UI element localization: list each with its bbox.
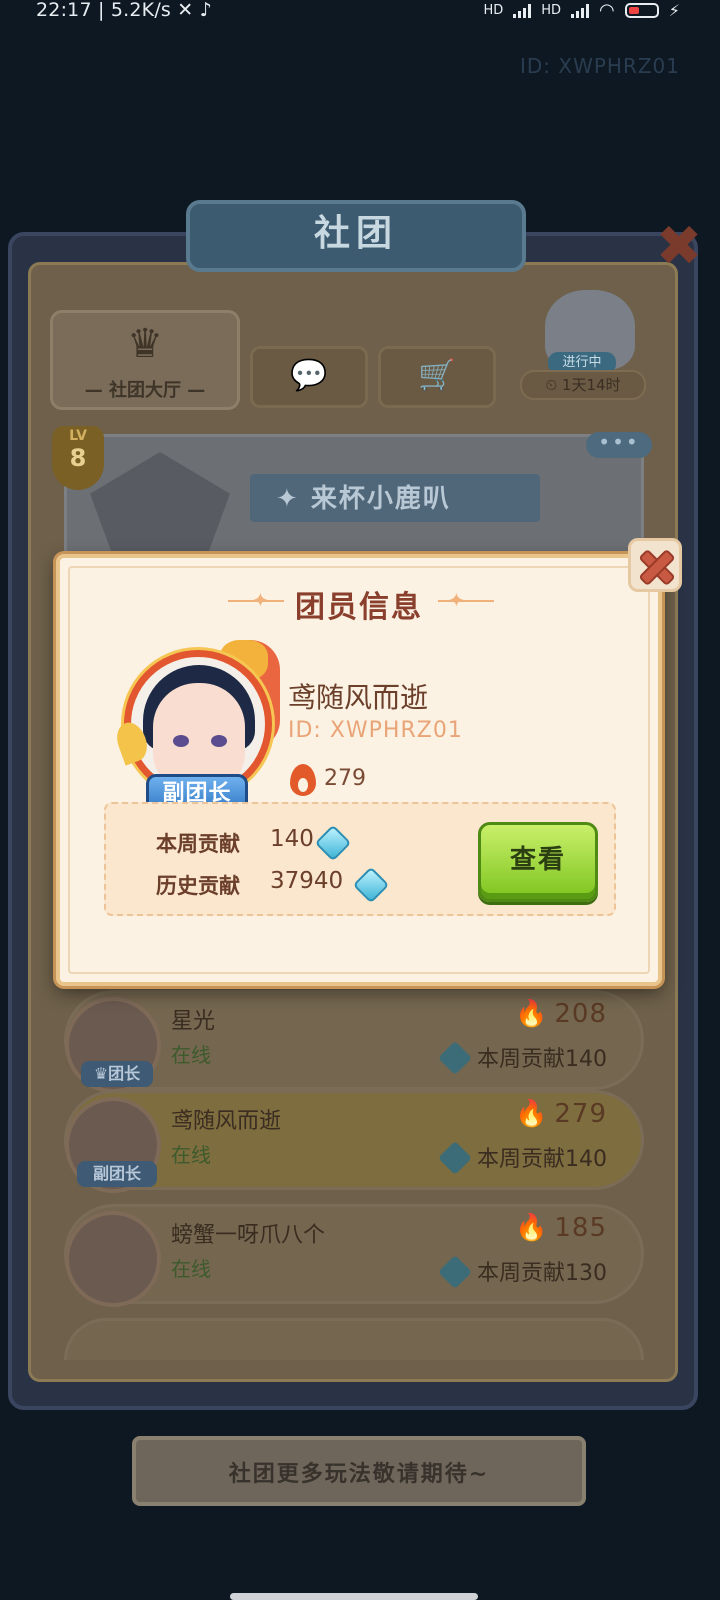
club-name: ✦ 来杯小鹿叭: [276, 484, 451, 514]
member-row[interactable]: 螃蟹一呀爪八个 在线 🔥 185 本周贡献130: [64, 1204, 644, 1307]
gem-icon: [438, 1141, 472, 1175]
clock: 22:17: [36, 0, 92, 21]
dialog-close-button[interactable]: [628, 538, 682, 592]
player-id: ID: XWPHRZ01: [288, 718, 463, 743]
hd-label: HD: [483, 3, 504, 18]
history-contribution-value: 37940: [270, 868, 344, 894]
history-contribution-label: 历史贡献: [156, 874, 240, 898]
battery-icon: [624, 3, 659, 18]
tab-shop[interactable]: 🛒: [378, 346, 496, 408]
flame-icon: 🔥: [514, 1213, 549, 1243]
charging-icon: ⚡: [668, 1, 680, 20]
member-name: 鸢随风而逝: [171, 1109, 282, 1134]
member-name: 星光: [171, 1009, 216, 1034]
member-name: 螃蟹一呀爪八个: [171, 1223, 326, 1248]
signal-icon: [513, 3, 532, 18]
member-row[interactable]: 副团长 鸢随风而逝 在线 🔥 279 本周贡献140: [64, 1090, 644, 1193]
top-player-id: ID: XWPHRZ01: [519, 54, 680, 78]
role-badge-leader: ♛团长: [81, 1061, 153, 1087]
hall-title: 社团: [313, 213, 398, 254]
chat-icon: 💬: [290, 358, 328, 393]
member-power: 🔥 185: [514, 1213, 607, 1243]
weekly-contribution-label: 本周贡献: [156, 832, 240, 856]
member-power: 🔥 279: [514, 1099, 607, 1129]
signal-icon-2: [571, 3, 590, 18]
role-badge-vice: 副团长: [77, 1161, 157, 1187]
status-left: 22:17 | 5.2K/s ✕ ♪: [36, 0, 212, 21]
member-weekly: 本周贡献140: [438, 1041, 607, 1075]
club-name-text: 来杯小鹿叭: [310, 484, 451, 514]
view-button[interactable]: 查看: [478, 822, 598, 902]
gem-icon: [438, 1255, 472, 1289]
tab-club-hall-label: — 社团大厅 —: [84, 380, 206, 401]
gem-icon: [352, 866, 390, 904]
gem-icon: [438, 1041, 472, 1075]
player-power: 279: [324, 766, 366, 791]
tab-chat[interactable]: 💬: [250, 346, 368, 408]
flame-icon: 🔥: [514, 1099, 549, 1129]
member-weekly: 本周贡献140: [438, 1141, 607, 1175]
avatar-eye: [211, 735, 227, 747]
flame-icon: 🔥: [514, 999, 549, 1029]
member-weekly: 本周贡献130: [438, 1255, 607, 1289]
weekly-contribution-value: 140: [270, 826, 314, 852]
member-status: 在线: [171, 1257, 211, 1281]
status-bar: 22:17 | 5.2K/s ✕ ♪ HD HD ◠ ⚡: [0, 0, 720, 24]
net-speed: 5.2K/s: [110, 0, 172, 21]
home-indicator[interactable]: [230, 1593, 478, 1600]
level-number: 8: [69, 444, 87, 472]
more-options-button[interactable]: •••: [586, 432, 652, 458]
hd-label-2: HD: [541, 3, 562, 18]
member-power: 🔥 208: [514, 999, 607, 1029]
status-right: HD HD ◠ ⚡: [483, 0, 680, 21]
avatar-eye: [173, 735, 189, 747]
member-avatar: [65, 1211, 161, 1307]
event-countdown-text: 1天14时: [561, 376, 621, 394]
member-status: 在线: [171, 1043, 211, 1067]
member-status: 在线: [171, 1143, 211, 1167]
cart-icon: 🛒: [418, 358, 456, 393]
member-row[interactable]: ♛团长 星光 在线 🔥 208 本周贡献140: [64, 990, 644, 1093]
mute-icon: ✕: [177, 0, 194, 21]
music-icon: ♪: [199, 0, 212, 21]
club-level-badge: LV 8: [52, 426, 104, 490]
member-row-partial[interactable]: [64, 1318, 644, 1360]
clock-icon: ⏲: [545, 376, 558, 394]
wifi-icon: ◠: [599, 0, 615, 21]
dialog-title: 团员信息: [295, 590, 423, 625]
player-name: 鸢随风而逝: [288, 681, 429, 714]
event-countdown: ⏲ 1天14时: [520, 370, 646, 400]
crown-icon: ♛: [127, 321, 163, 367]
flame-icon: [290, 764, 316, 796]
hall-close-icon[interactable]: ✖: [654, 219, 704, 275]
level-prefix: LV: [69, 428, 87, 444]
bottom-banner-text: 社团更多玩法敬请期待~: [228, 1462, 490, 1487]
gem-icon: [314, 824, 352, 862]
